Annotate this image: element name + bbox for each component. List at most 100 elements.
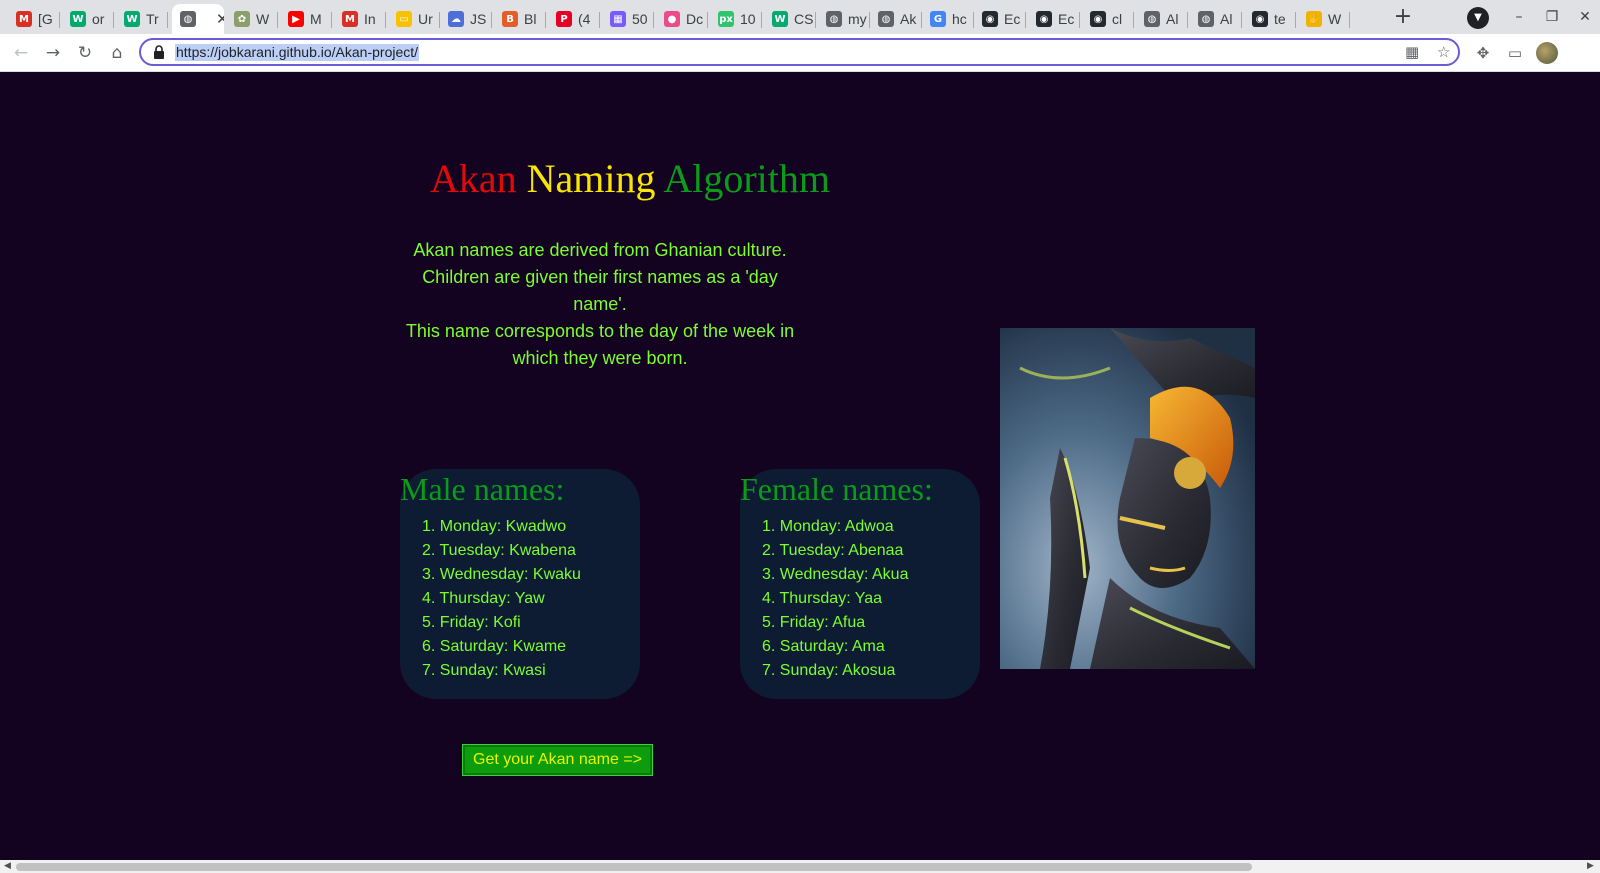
tab-title: Ec	[1058, 11, 1075, 27]
browser-tab[interactable]: px 10	[710, 4, 762, 34]
list-number: 7.	[422, 662, 440, 679]
tab-title: Dc	[686, 11, 704, 27]
browser-tab[interactable]: W CS	[764, 4, 816, 34]
tab-title: hc	[952, 11, 967, 27]
browser-tab[interactable]: Wor	[62, 4, 114, 34]
qr-code-icon[interactable]: ▦	[1405, 43, 1419, 61]
w3schools-icon: W	[70, 11, 86, 27]
browser-tab[interactable]: ◍ Al	[1190, 4, 1242, 34]
w3schools-icon: W	[124, 11, 140, 27]
browser-tab[interactable]: ◍ Al	[1136, 4, 1188, 34]
tab-title: my	[848, 11, 867, 27]
male-name-item: 5. Friday: Kofi	[422, 611, 581, 635]
tab-title: (4	[578, 11, 591, 27]
browser-tab[interactable]: ◍ ✕	[172, 4, 224, 34]
female-names-heading: Female names:	[740, 471, 933, 507]
browser-tab[interactable]: ◉ cl	[1082, 4, 1134, 34]
tab-search-icon[interactable]: ▼	[1467, 7, 1489, 29]
browser-tab[interactable]: M In	[334, 4, 386, 34]
female-name-item: 1. Monday: Adwoa	[762, 515, 908, 539]
list-text: Friday: Kofi	[439, 614, 521, 631]
tab-strip: M [G Wor W Tr ◍ ✕ ✿ W ▶ M M In ▭ Ur ☁ JS B Bl P (4 ▦ 50 ● Dc px 10…	[0, 0, 1600, 34]
browser-toolbar: ← → ↻ ⌂ https://jobkarani.github.io/Akan…	[0, 34, 1600, 72]
list-text: Friday: Afua	[779, 614, 866, 631]
browser-tab[interactable]: B Bl	[494, 4, 546, 34]
browser-tab[interactable]: ◉ Ec	[974, 4, 1026, 34]
gmail-icon: M	[342, 11, 358, 27]
list-number: 6.	[422, 638, 440, 655]
extensions-icon[interactable]: ✥	[1472, 42, 1494, 64]
male-names-card: Male names: 1. Monday: Kwadwo 2. Tuesday:…	[400, 469, 640, 699]
male-name-item: 7. Sunday: Kwasi	[422, 659, 581, 683]
tab-close-icon[interactable]: ✕	[216, 10, 224, 28]
github-icon: ◉	[982, 11, 998, 27]
intro-line: This name corresponds to the day of the …	[405, 321, 795, 368]
home-icon[interactable]: ⌂	[105, 41, 129, 65]
youtube-icon: ▶	[288, 11, 304, 27]
globe-icon: ◍	[180, 11, 196, 27]
lock-icon	[154, 45, 164, 59]
browser-tab[interactable]: ◉ Ec	[1028, 4, 1080, 34]
list-text: Thursday: Yaw	[439, 590, 545, 607]
tab-title: CS	[794, 11, 814, 27]
browser-tab[interactable]: ▶ M	[280, 4, 332, 34]
browser-tab[interactable]: W Tr	[116, 4, 168, 34]
list-number: 2.	[422, 542, 440, 559]
hand-icon: ✋	[1306, 11, 1322, 27]
tab-title: W	[1328, 11, 1342, 27]
list-number: 4.	[762, 590, 780, 607]
browser-tab[interactable]: ◍ Ak	[870, 4, 922, 34]
male-name-item: 4. Thursday: Yaw	[422, 587, 581, 611]
browser-tab[interactable]: P (4	[548, 4, 600, 34]
intro-paragraph: Akan names are derived from Ghanian cult…	[400, 237, 800, 372]
reload-icon[interactable]: ↻	[73, 41, 97, 65]
scroll-left-icon[interactable]: ◀	[4, 861, 11, 871]
list-number: 3.	[762, 566, 780, 583]
page-body: Akan Naming Algorithm Akan names are der…	[0, 72, 1600, 860]
browser-tab[interactable]: ◉ te	[1244, 4, 1296, 34]
scrollbar-thumb[interactable]	[16, 863, 1252, 871]
female-name-item: 2. Tuesday: Abenaa	[762, 539, 908, 563]
url-text[interactable]: https://jobkarani.github.io/Akan-project…	[175, 44, 420, 61]
list-text: Wednesday: Akua	[779, 566, 909, 583]
profile-avatar[interactable]	[1536, 42, 1558, 64]
scroll-right-icon[interactable]: ▶	[1587, 861, 1594, 871]
tab-title: Ur	[418, 11, 433, 27]
title-word-algorithm: Algorithm	[663, 156, 830, 201]
browser-tab[interactable]: Ghc	[922, 4, 974, 34]
w3schools-icon: W	[772, 11, 788, 27]
list-text: Saturday: Ama	[779, 638, 885, 655]
get-akan-name-button[interactable]: Get your Akan name =>	[462, 744, 653, 776]
grid-icon: ▦	[610, 11, 626, 27]
forward-icon[interactable]: →	[41, 41, 65, 65]
bookmark-star-icon[interactable]: ☆	[1437, 43, 1450, 61]
browser-tab[interactable]: ✋ W	[1298, 4, 1350, 34]
browser-tab[interactable]: ◍ my	[818, 4, 870, 34]
male-name-item: 6. Saturday: Kwame	[422, 635, 581, 659]
browser-tab[interactable]: ✿ W	[226, 4, 278, 34]
female-name-item: 5. Friday: Afua	[762, 611, 908, 635]
cast-icon[interactable]: ▭	[1504, 42, 1526, 64]
restore-icon[interactable]: ❐	[1540, 6, 1564, 28]
globe-icon: ◍	[1198, 11, 1214, 27]
horizontal-scrollbar[interactable]: ◀ ▶	[0, 860, 1600, 873]
close-window-icon[interactable]: ✕	[1573, 6, 1597, 28]
female-names-card: Female names: 1. Monday: Adwoa 2. Tuesday…	[740, 469, 980, 699]
list-number: 1.	[762, 518, 780, 535]
browser-tab[interactable]: ☁ JS	[440, 4, 492, 34]
address-bar[interactable]: https://jobkarani.github.io/Akan-project…	[139, 38, 1460, 66]
tab-title: Ec	[1004, 11, 1021, 27]
list-text: Sunday: Akosua	[779, 662, 896, 679]
browser-tab[interactable]: ● Dc	[656, 4, 708, 34]
tree-icon: ✿	[234, 11, 250, 27]
back-icon[interactable]: ←	[9, 41, 33, 65]
browser-tab[interactable]: M [G	[8, 4, 60, 34]
tab-title: 50	[632, 11, 648, 27]
minimize-icon[interactable]: –	[1507, 6, 1531, 28]
browser-tab[interactable]: ▦ 50	[602, 4, 654, 34]
portrait-image	[1000, 328, 1255, 669]
globe-icon: ◍	[878, 11, 894, 27]
new-tab-button[interactable]: +	[1390, 5, 1416, 31]
tab-title: Al	[1220, 11, 1233, 27]
browser-tab[interactable]: ▭ Ur	[388, 4, 440, 34]
